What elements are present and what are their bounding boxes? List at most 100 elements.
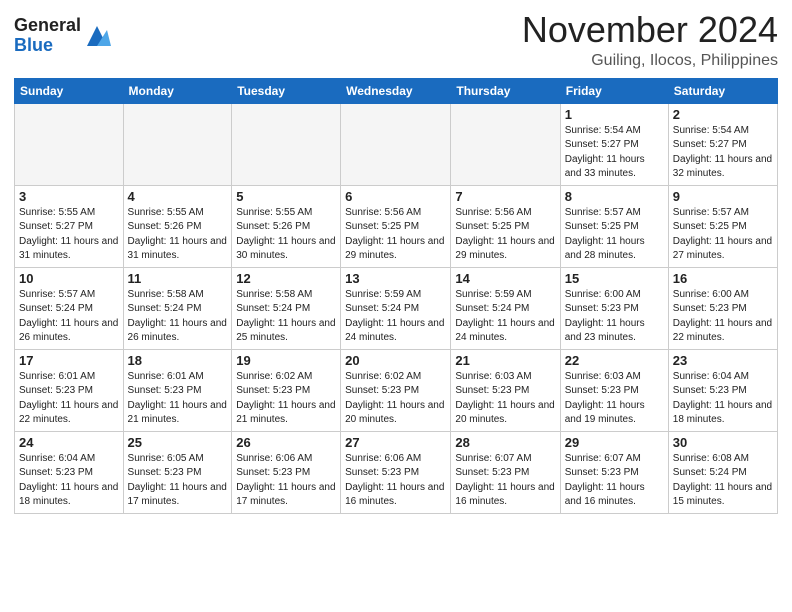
week-row-1: 1Sunrise: 5:54 AM Sunset: 5:27 PM Daylig… <box>15 103 778 185</box>
calendar-cell <box>451 103 560 185</box>
calendar-cell: 25 Sunrise: 6:05 AM Sunset: 5:23 PM Dayli… <box>123 431 232 513</box>
day-number: 23 <box>673 353 773 368</box>
calendar-cell: 14Sunrise: 5:59 AM Sunset: 5:24 PM Dayli… <box>451 267 560 349</box>
calendar-cell: 3 Sunrise: 5:55 AM Sunset: 5:27 PM Daylig… <box>15 185 124 267</box>
day-info: Sunrise: 6:01 AM Sunset: 5:23 PM Dayligh… <box>19 370 119 428</box>
day-number: 30 <box>673 435 773 450</box>
day-number: 20 <box>345 353 446 368</box>
day-info: Sunrise: 5:57 AM Sunset: 5:25 PM Dayligh… <box>565 206 664 264</box>
day-number: 6 <box>345 189 446 204</box>
header-row: SundayMondayTuesdayWednesdayThursdayFrid… <box>15 78 778 103</box>
day-number: 22 <box>565 353 664 368</box>
day-info: Sunrise: 5:57 AM Sunset: 5:25 PM Dayligh… <box>673 206 773 264</box>
day-number: 19 <box>236 353 336 368</box>
day-number: 27 <box>345 435 446 450</box>
calendar-cell: 11 Sunrise: 5:58 AM Sunset: 5:24 PM Dayli… <box>123 267 232 349</box>
calendar-cell: 10Sunrise: 5:57 AM Sunset: 5:24 PM Dayli… <box>15 267 124 349</box>
logo-text: General Blue <box>14 16 81 56</box>
day-info: Sunrise: 6:08 AM Sunset: 5:24 PM Dayligh… <box>673 452 773 510</box>
calendar-cell: 9Sunrise: 5:57 AM Sunset: 5:25 PM Daylig… <box>668 185 777 267</box>
calendar-cell: 27 Sunrise: 6:06 AM Sunset: 5:23 PM Dayli… <box>341 431 451 513</box>
day-info: Sunrise: 6:06 AM Sunset: 5:23 PM Dayligh… <box>345 452 446 510</box>
day-number: 24 <box>19 435 119 450</box>
col-header-wednesday: Wednesday <box>341 78 451 103</box>
calendar-cell <box>341 103 451 185</box>
day-info: Sunrise: 5:55 AM Sunset: 5:26 PM Dayligh… <box>236 206 336 264</box>
calendar-cell: 22 Sunrise: 6:03 AM Sunset: 5:23 PM Dayli… <box>560 349 668 431</box>
day-number: 18 <box>128 353 228 368</box>
day-number: 2 <box>673 107 773 122</box>
calendar-cell: 13 Sunrise: 5:59 AM Sunset: 5:24 PM Dayli… <box>341 267 451 349</box>
day-number: 15 <box>565 271 664 286</box>
calendar-cell: 7 Sunrise: 5:56 AM Sunset: 5:25 PM Daylig… <box>451 185 560 267</box>
calendar-cell: 18 Sunrise: 6:01 AM Sunset: 5:23 PM Dayli… <box>123 349 232 431</box>
title-block: November 2024 Guiling, Ilocos, Philippin… <box>522 10 778 70</box>
day-info: Sunrise: 6:02 AM Sunset: 5:23 PM Dayligh… <box>345 370 446 428</box>
day-info: Sunrise: 6:01 AM Sunset: 5:23 PM Dayligh… <box>128 370 228 428</box>
day-number: 29 <box>565 435 664 450</box>
day-info: Sunrise: 6:00 AM Sunset: 5:23 PM Dayligh… <box>673 288 773 346</box>
day-info: Sunrise: 5:55 AM Sunset: 5:27 PM Dayligh… <box>19 206 119 264</box>
calendar-cell: 23Sunrise: 6:04 AM Sunset: 5:23 PM Dayli… <box>668 349 777 431</box>
calendar-cell: 20 Sunrise: 6:02 AM Sunset: 5:23 PM Dayli… <box>341 349 451 431</box>
page: General Blue November 2024 Guiling, Iloc… <box>0 0 792 524</box>
col-header-thursday: Thursday <box>451 78 560 103</box>
calendar-table: SundayMondayTuesdayWednesdayThursdayFrid… <box>14 78 778 514</box>
calendar-cell: 16 Sunrise: 6:00 AM Sunset: 5:23 PM Dayli… <box>668 267 777 349</box>
calendar-cell: 24 Sunrise: 6:04 AM Sunset: 5:23 PM Dayli… <box>15 431 124 513</box>
day-number: 17 <box>19 353 119 368</box>
calendar-cell: 30 Sunrise: 6:08 AM Sunset: 5:24 PM Dayli… <box>668 431 777 513</box>
month-title: November 2024 <box>522 10 778 50</box>
day-number: 13 <box>345 271 446 286</box>
calendar-cell: 15 Sunrise: 6:00 AM Sunset: 5:23 PM Dayli… <box>560 267 668 349</box>
logo-icon <box>83 22 111 50</box>
calendar-cell: 8Sunrise: 5:57 AM Sunset: 5:25 PM Daylig… <box>560 185 668 267</box>
day-info: Sunrise: 6:00 AM Sunset: 5:23 PM Dayligh… <box>565 288 664 346</box>
day-number: 25 <box>128 435 228 450</box>
day-info: Sunrise: 6:06 AM Sunset: 5:23 PM Dayligh… <box>236 452 336 510</box>
calendar-cell <box>232 103 341 185</box>
day-number: 7 <box>455 189 555 204</box>
logo-blue: Blue <box>14 36 81 56</box>
day-info: Sunrise: 5:56 AM Sunset: 5:25 PM Dayligh… <box>455 206 555 264</box>
calendar-cell: 28Sunrise: 6:07 AM Sunset: 5:23 PM Dayli… <box>451 431 560 513</box>
day-number: 11 <box>128 271 228 286</box>
calendar-cell: 6Sunrise: 5:56 AM Sunset: 5:25 PM Daylig… <box>341 185 451 267</box>
calendar-cell <box>15 103 124 185</box>
day-info: Sunrise: 5:54 AM Sunset: 5:27 PM Dayligh… <box>673 124 773 182</box>
week-row-3: 10Sunrise: 5:57 AM Sunset: 5:24 PM Dayli… <box>15 267 778 349</box>
day-info: Sunrise: 6:05 AM Sunset: 5:23 PM Dayligh… <box>128 452 228 510</box>
day-number: 28 <box>455 435 555 450</box>
col-header-friday: Friday <box>560 78 668 103</box>
logo-general: General <box>14 16 81 36</box>
calendar-cell: 2 Sunrise: 5:54 AM Sunset: 5:27 PM Daylig… <box>668 103 777 185</box>
day-number: 14 <box>455 271 555 286</box>
day-number: 16 <box>673 271 773 286</box>
calendar-cell: 19 Sunrise: 6:02 AM Sunset: 5:23 PM Dayli… <box>232 349 341 431</box>
day-info: Sunrise: 5:58 AM Sunset: 5:24 PM Dayligh… <box>128 288 228 346</box>
day-info: Sunrise: 6:02 AM Sunset: 5:23 PM Dayligh… <box>236 370 336 428</box>
calendar-cell: 1Sunrise: 5:54 AM Sunset: 5:27 PM Daylig… <box>560 103 668 185</box>
day-info: Sunrise: 5:58 AM Sunset: 5:24 PM Dayligh… <box>236 288 336 346</box>
day-info: Sunrise: 6:04 AM Sunset: 5:23 PM Dayligh… <box>19 452 119 510</box>
day-info: Sunrise: 5:55 AM Sunset: 5:26 PM Dayligh… <box>128 206 228 264</box>
col-header-monday: Monday <box>123 78 232 103</box>
col-header-saturday: Saturday <box>668 78 777 103</box>
day-info: Sunrise: 5:54 AM Sunset: 5:27 PM Dayligh… <box>565 124 664 182</box>
calendar-cell: 12 Sunrise: 5:58 AM Sunset: 5:24 PM Dayli… <box>232 267 341 349</box>
week-row-2: 3 Sunrise: 5:55 AM Sunset: 5:27 PM Daylig… <box>15 185 778 267</box>
day-info: Sunrise: 5:59 AM Sunset: 5:24 PM Dayligh… <box>345 288 446 346</box>
calendar-cell: 29Sunrise: 6:07 AM Sunset: 5:23 PM Dayli… <box>560 431 668 513</box>
col-header-tuesday: Tuesday <box>232 78 341 103</box>
header: General Blue November 2024 Guiling, Iloc… <box>14 10 778 70</box>
day-number: 3 <box>19 189 119 204</box>
calendar-cell: 17 Sunrise: 6:01 AM Sunset: 5:23 PM Dayli… <box>15 349 124 431</box>
day-number: 12 <box>236 271 336 286</box>
day-number: 21 <box>455 353 555 368</box>
day-number: 4 <box>128 189 228 204</box>
calendar-cell: 21Sunrise: 6:03 AM Sunset: 5:23 PM Dayli… <box>451 349 560 431</box>
logo: General Blue <box>14 16 111 56</box>
day-info: Sunrise: 5:57 AM Sunset: 5:24 PM Dayligh… <box>19 288 119 346</box>
day-info: Sunrise: 6:03 AM Sunset: 5:23 PM Dayligh… <box>565 370 664 428</box>
calendar-cell: 26Sunrise: 6:06 AM Sunset: 5:23 PM Dayli… <box>232 431 341 513</box>
